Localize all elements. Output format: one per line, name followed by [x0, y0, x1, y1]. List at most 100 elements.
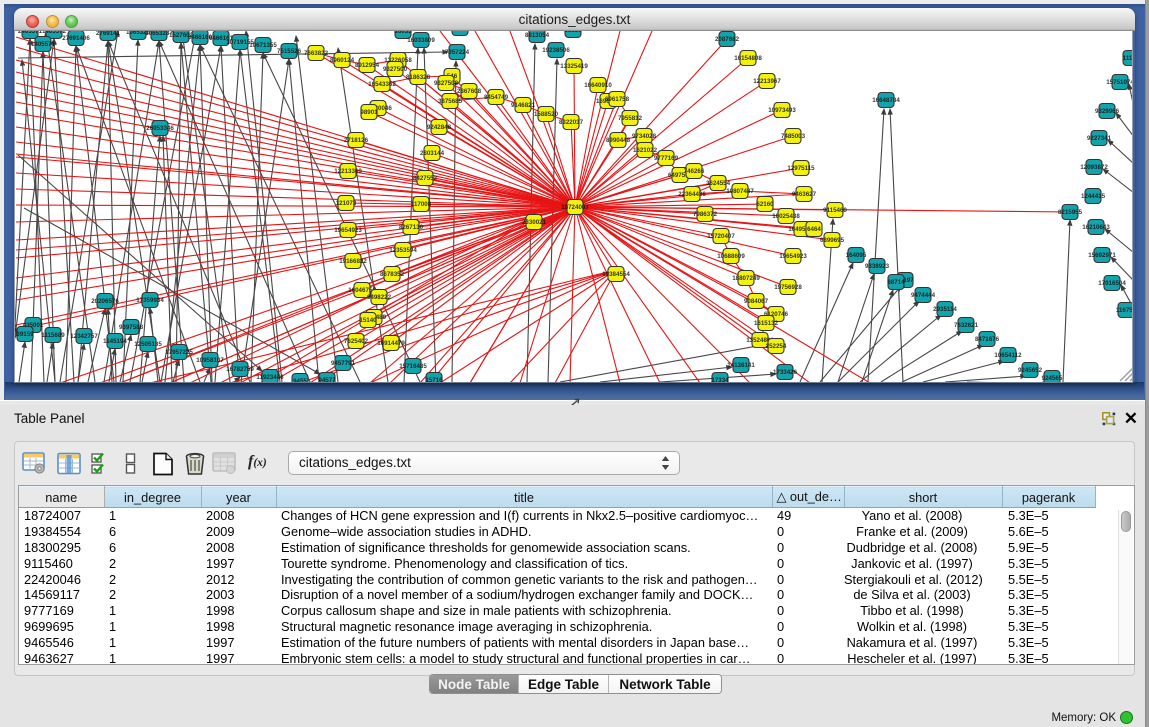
svg-text:12342757: 12342757	[70, 333, 98, 340]
svg-text:12353594: 12353594	[389, 247, 417, 254]
svg-text:68714: 68714	[887, 279, 905, 286]
svg-text:6464: 6464	[807, 226, 821, 233]
svg-text:19238506: 19238506	[542, 47, 570, 54]
svg-text:16154808: 16154808	[734, 55, 762, 62]
svg-text:16782759: 16782759	[226, 366, 254, 373]
svg-text:12975115: 12975115	[787, 165, 815, 172]
svg-text:3875685: 3875685	[438, 98, 463, 105]
svg-text:9474444: 9474444	[911, 292, 936, 299]
svg-text:62160: 62160	[756, 201, 774, 208]
svg-text:2769141: 2769141	[96, 31, 121, 37]
svg-text:16033: 16033	[394, 31, 412, 35]
svg-text:9227341: 9227341	[1087, 135, 1112, 142]
svg-text:8471676: 8471676	[975, 336, 1000, 343]
svg-text:8813054: 8813054	[525, 32, 550, 39]
svg-text:2867608: 2867608	[457, 88, 482, 95]
svg-text:1733426: 1733426	[773, 369, 798, 376]
svg-text:9455: 9455	[293, 378, 307, 382]
svg-text:14136141: 14136141	[727, 362, 755, 369]
svg-text:9146821: 9146821	[511, 102, 536, 109]
svg-text:9734028: 9734028	[632, 133, 657, 140]
svg-text:15716: 15716	[425, 377, 443, 382]
svg-text:6498222: 6498222	[367, 294, 392, 301]
svg-text:8322037: 8322037	[559, 119, 584, 126]
svg-text:11923446: 11923446	[256, 374, 284, 381]
svg-text:17957225: 17957225	[165, 349, 193, 356]
svg-text:9327508: 9327508	[434, 80, 459, 87]
svg-text:18724007: 18724007	[561, 204, 589, 211]
svg-text:12505135: 12505135	[134, 341, 162, 348]
svg-text:1145194: 1145194	[103, 338, 127, 345]
svg-text:15692971: 15692971	[1088, 252, 1116, 259]
svg-text:9338923: 9338923	[865, 263, 890, 270]
svg-text:12213369: 12213369	[334, 168, 362, 175]
svg-text:8186328: 8186328	[406, 74, 431, 81]
svg-text:7632621: 7632621	[954, 322, 979, 329]
svg-text:1621022: 1621022	[633, 147, 658, 154]
svg-text:15716485: 15716485	[399, 363, 427, 370]
svg-text:15751074: 15751074	[1106, 79, 1133, 86]
svg-text:9245652: 9245652	[1018, 367, 1043, 374]
svg-text:8454749: 8454749	[484, 94, 509, 101]
svg-text:8678352: 8678352	[380, 271, 405, 278]
svg-text:15720407: 15720407	[707, 233, 735, 240]
svg-text:10958107: 10958107	[196, 357, 224, 364]
svg-text:8267130: 8267130	[399, 224, 424, 231]
svg-text:22364436: 22364436	[678, 191, 706, 198]
svg-text:2718126: 2718126	[344, 137, 369, 144]
svg-text:7955812: 7955812	[618, 115, 643, 122]
svg-text:9084067: 9084067	[744, 298, 769, 305]
svg-text:18807249: 18807249	[732, 275, 760, 282]
svg-text:9242848: 9242848	[427, 124, 452, 131]
svg-text:16648784: 16648784	[872, 97, 900, 104]
svg-text:2330021: 2330021	[522, 219, 547, 226]
svg-text:10807487: 10807487	[726, 188, 754, 195]
svg-text:19384554: 19384554	[602, 271, 630, 278]
svg-text:8990448: 8990448	[606, 137, 631, 144]
svg-text:7663822: 7663822	[304, 50, 329, 57]
svg-text:2935114: 2935114	[933, 306, 957, 313]
svg-text:1588520: 1588520	[534, 111, 559, 118]
svg-text:7625402: 7625402	[344, 338, 369, 345]
svg-text:7515526: 7515526	[277, 48, 302, 55]
svg-text:17334: 17334	[711, 377, 729, 382]
svg-text:19166822: 19166822	[339, 258, 367, 265]
svg-text:9457791: 9457791	[331, 360, 356, 367]
svg-text:6899695: 6899695	[820, 237, 845, 244]
svg-text:39159: 39159	[16, 331, 34, 338]
svg-text:2405571: 2405571	[18, 31, 43, 35]
svg-text:12213967: 12213967	[753, 78, 781, 85]
svg-text:16033809: 16033809	[407, 37, 435, 44]
svg-text:164095: 164095	[846, 252, 867, 259]
svg-text:10654112: 10654112	[994, 352, 1022, 359]
svg-text:1115689: 1115689	[41, 332, 65, 339]
svg-text:2087682: 2087682	[715, 36, 740, 43]
svg-text:2803144: 2803144	[420, 150, 445, 157]
svg-text:98901: 98901	[360, 109, 378, 116]
svg-text:13325419: 13325419	[560, 63, 588, 70]
svg-text:10688609: 10688609	[717, 253, 745, 260]
svg-text:8215955: 8215955	[1058, 209, 1083, 216]
svg-text:10671355: 10671355	[249, 42, 277, 49]
svg-text:7986372: 7986372	[693, 211, 718, 218]
svg-text:88130: 88130	[564, 31, 582, 34]
svg-text:7357224: 7357224	[445, 49, 470, 56]
svg-text:8960124: 8960124	[330, 57, 355, 64]
svg-text:19756928: 19756928	[774, 284, 802, 291]
svg-text:116753: 116753	[1116, 307, 1133, 314]
svg-text:252254: 252254	[766, 343, 787, 350]
svg-text:3624554: 3624554	[706, 180, 731, 187]
svg-text:10025438: 10025438	[772, 213, 800, 220]
svg-text:8912954: 8912954	[355, 62, 380, 69]
svg-text:9327500: 9327500	[383, 66, 408, 73]
svg-text:15140: 15140	[359, 317, 377, 324]
svg-text:17359934: 17359934	[136, 297, 164, 304]
svg-text:9397588: 9397588	[119, 324, 144, 331]
svg-text:121073: 121073	[336, 200, 357, 207]
svg-text:17016504: 17016504	[1098, 280, 1126, 287]
svg-text:10973493: 10973493	[768, 107, 796, 114]
svg-text:19654923: 19654923	[334, 227, 362, 234]
svg-text:746266: 746266	[684, 168, 705, 175]
svg-text:7485003: 7485003	[781, 133, 806, 140]
svg-text:9463627: 9463627	[792, 191, 817, 198]
